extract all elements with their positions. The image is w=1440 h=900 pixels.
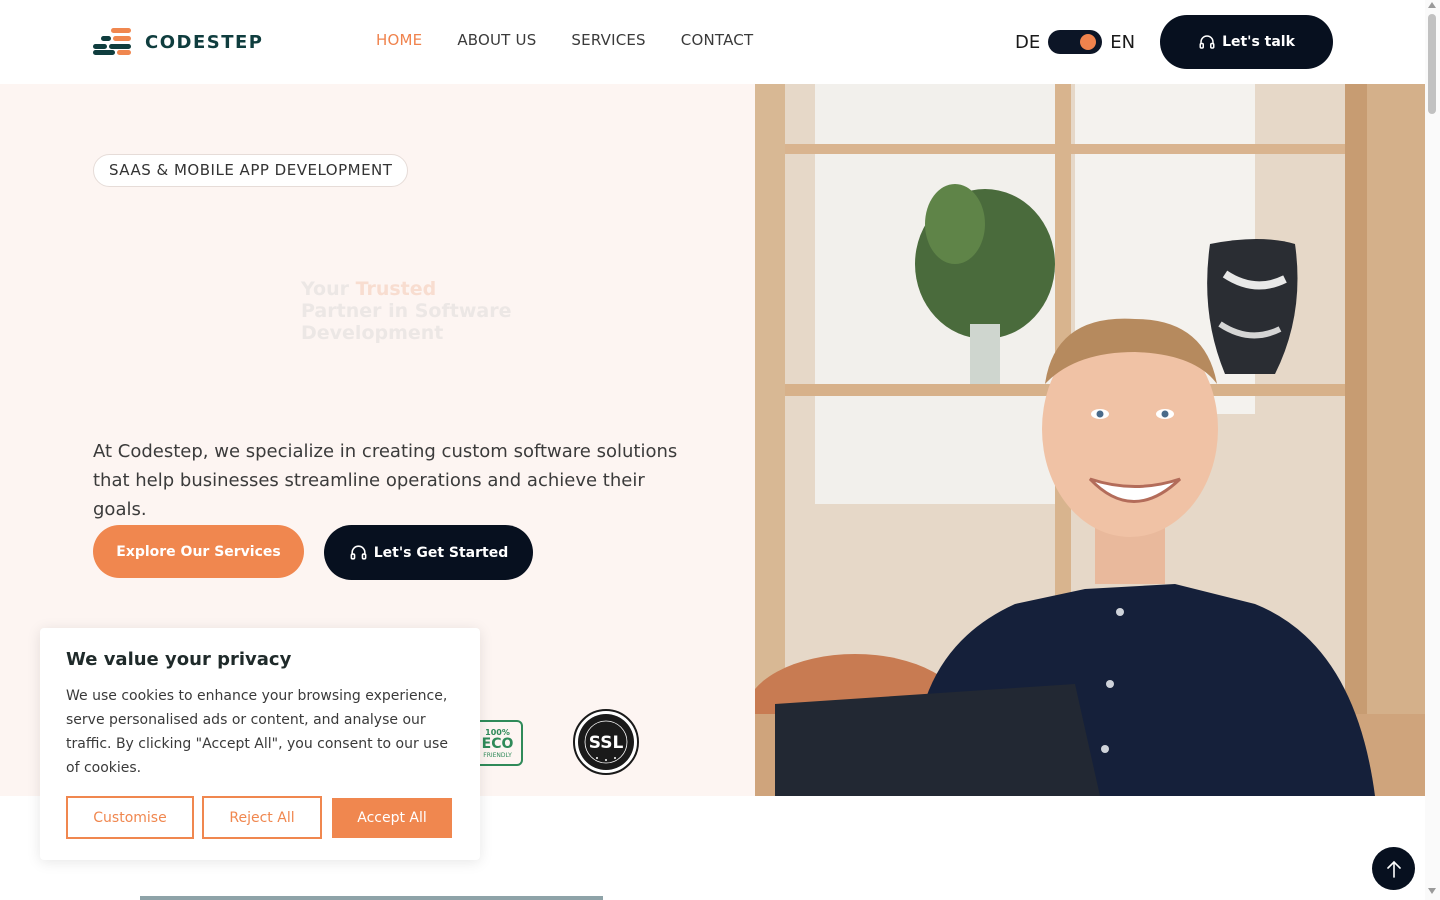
logo[interactable]: CODESTEP bbox=[93, 28, 263, 56]
hero-description: At Codestep, we specialize in creating c… bbox=[93, 441, 678, 520]
customise-button[interactable]: Customise bbox=[66, 796, 194, 839]
lets-talk-label: Let's talk bbox=[1222, 34, 1295, 50]
next-section-image-edge bbox=[140, 896, 603, 900]
accept-all-button[interactable]: Accept All bbox=[332, 798, 452, 838]
hero-photo bbox=[755, 84, 1425, 796]
cookie-title: We value your privacy bbox=[66, 649, 292, 670]
hero-headline: Your Trusted Partner in Software Develop… bbox=[301, 278, 521, 344]
lets-get-started-button[interactable]: Let's Get Started bbox=[324, 525, 533, 580]
page: CODESTEP HOME ABOUT US SERVICES CONTACT … bbox=[0, 0, 1440, 900]
eco-badge-bottom: FRIENDLY bbox=[483, 752, 512, 759]
eco-badge-main: ECO bbox=[481, 736, 514, 752]
lets-get-started-label: Let's Get Started bbox=[373, 544, 509, 561]
scroll-up-icon[interactable] bbox=[1428, 2, 1436, 8]
scroll-thumb[interactable] bbox=[1428, 14, 1436, 114]
nav-contact[interactable]: CONTACT bbox=[681, 31, 754, 49]
logo-mark-icon bbox=[93, 28, 133, 56]
nav-about-us[interactable]: ABOUT US bbox=[457, 31, 536, 49]
brand-name: CODESTEP bbox=[145, 31, 264, 53]
cookie-body: We use cookies to enhance your browsing … bbox=[66, 688, 448, 776]
cookie-consent-banner: We value your privacy We use cookies to … bbox=[40, 628, 480, 860]
toggle-knob bbox=[1080, 34, 1097, 50]
nav-services[interactable]: SERVICES bbox=[571, 31, 645, 49]
headline-accent: Trusted bbox=[355, 278, 437, 300]
headline-part2: Partner in Software Development bbox=[301, 300, 512, 344]
language-switcher: DE EN bbox=[1015, 30, 1135, 54]
reject-all-button[interactable]: Reject All bbox=[202, 796, 322, 839]
arrow-up-icon bbox=[1386, 860, 1401, 878]
hero-tag-pill: SAAS & MOBILE APP DEVELOPMENT bbox=[93, 154, 409, 187]
ssl-badge-icon: SSL bbox=[573, 709, 639, 775]
headset-icon bbox=[1199, 35, 1215, 49]
eco-friendly-badge: 100% ECO FRIENDLY bbox=[474, 720, 523, 766]
ssl-badge-label: SSL bbox=[589, 733, 624, 753]
scroll-down-icon[interactable] bbox=[1428, 888, 1436, 894]
language-toggle[interactable] bbox=[1048, 30, 1103, 54]
site-header: CODESTEP HOME ABOUT US SERVICES CONTACT … bbox=[0, 0, 1425, 84]
explore-services-button[interactable]: Explore Our Services bbox=[93, 525, 304, 578]
office-person-photo bbox=[755, 84, 1425, 796]
back-to-top-button[interactable] bbox=[1372, 847, 1415, 890]
lets-talk-button[interactable]: Let's talk bbox=[1160, 15, 1333, 69]
headset-icon bbox=[350, 545, 367, 560]
lang-de[interactable]: DE bbox=[1015, 32, 1040, 53]
lang-en[interactable]: EN bbox=[1110, 32, 1135, 53]
nav-home[interactable]: HOME bbox=[376, 31, 422, 49]
headline-part1: Your bbox=[301, 278, 356, 300]
main-nav: HOME ABOUT US SERVICES CONTACT bbox=[376, 31, 788, 49]
page-scrollbar[interactable] bbox=[1425, 0, 1440, 900]
